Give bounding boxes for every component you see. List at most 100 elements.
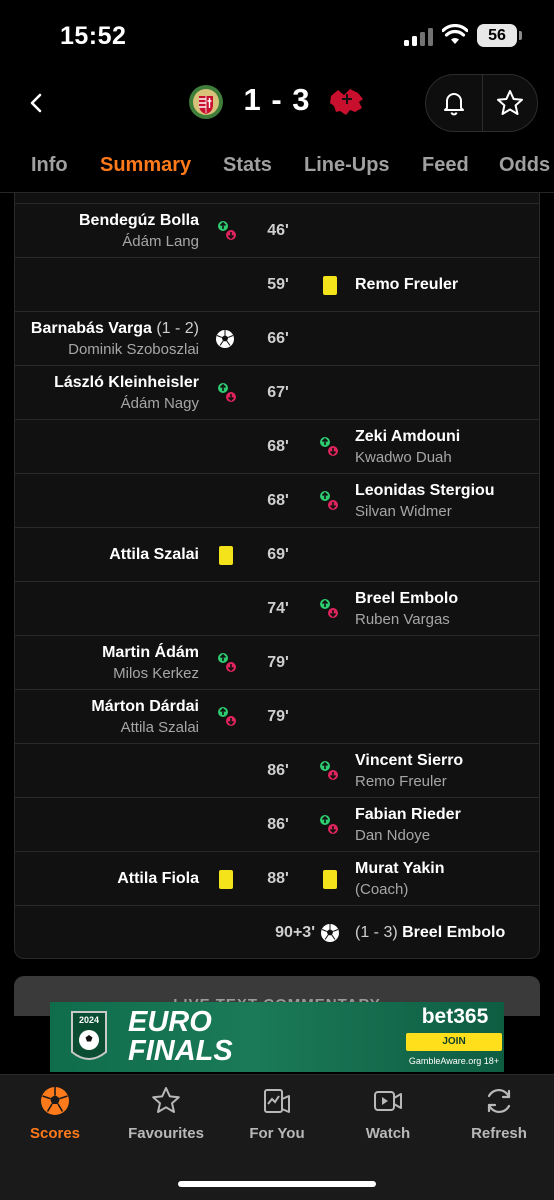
home-indicator: [178, 1181, 376, 1187]
nav-refresh[interactable]: Refresh: [444, 1085, 554, 1142]
tab-stats[interactable]: Stats: [223, 154, 272, 177]
event-home-text: Bendegúz Bolla Ádám Lang: [79, 212, 199, 250]
goal-scorer: (1 - 3) Breel Embolo: [355, 924, 506, 941]
goal-score-note: (1 - 3): [355, 924, 398, 941]
player-out: Milos Kerkez: [113, 665, 199, 682]
match-events-list: Bendegúz Bolla Ádám Lang 46' 59' Remo Fr…: [14, 193, 540, 959]
player-out: Silvan Widmer: [355, 503, 452, 520]
player-out: Dan Ndoye: [355, 827, 431, 844]
wifi-icon: [442, 24, 468, 44]
star-icon: [152, 1087, 180, 1113]
bell-icon[interactable]: [440, 89, 468, 117]
player-in: Martin Ádám: [102, 644, 199, 661]
nav-favourites[interactable]: Favourites: [111, 1085, 221, 1142]
event-minute: 86': [267, 816, 289, 833]
substitution-icon: [218, 707, 236, 726]
event-minute: 59': [267, 276, 289, 293]
event-away-text: Murat Yakin (Coach): [355, 860, 445, 898]
battery-level: 56: [477, 24, 517, 47]
assist-player: Dominik Szoboszlai: [68, 341, 199, 358]
tab-line-ups[interactable]: Line-Ups: [304, 154, 390, 177]
event-away-text: Zeki Amdouni Kwadwo Duah: [355, 428, 460, 466]
nav-label: Favourites: [128, 1125, 204, 1142]
substitution-icon: [320, 491, 338, 510]
event-home-text: Attila Szalai: [109, 546, 199, 564]
event-row[interactable]: 90+3' (1 - 3) Breel Embolo: [15, 905, 539, 958]
tab-summary[interactable]: Summary: [100, 154, 191, 177]
nav-label: Watch: [365, 1125, 411, 1142]
event-away-text: (1 - 3) Breel Embolo: [355, 924, 505, 942]
yellow-card-icon: [219, 870, 233, 889]
event-minute: 68': [267, 438, 289, 455]
event-minute: 67': [267, 384, 289, 401]
event-row[interactable]: Martin Ádám Milos Kerkez 79': [15, 635, 539, 689]
event-row[interactable]: László Kleinheisler Ádám Nagy 67': [15, 365, 539, 419]
header-actions: [425, 74, 538, 132]
euro-2024-badge-icon: 2024: [71, 1011, 107, 1060]
badge-year: 2024: [79, 1015, 99, 1025]
event-row[interactable]: 86' Fabian Rieder Dan Ndoye: [15, 797, 539, 851]
player-out: Attila Szalai: [120, 719, 199, 736]
substitution-icon: [320, 815, 338, 834]
nav-watch[interactable]: Watch: [333, 1085, 443, 1142]
player-in: Bendegúz Bolla: [78, 212, 199, 229]
tab-info[interactable]: Info: [31, 154, 68, 177]
player-out: Ádám Lang: [122, 233, 199, 250]
event-row[interactable]: 68' Leonidas Stergiou Silvan Widmer: [15, 473, 539, 527]
event-row[interactable]: Barnabás Varga (1 - 2) Dominik Szoboszla…: [15, 311, 539, 365]
goal-scorer: Barnabás Varga (1 - 2): [30, 320, 199, 337]
cellular-signal-icon: [404, 28, 434, 46]
event-row[interactable]: Márton Dárdai Attila Szalai 79': [15, 689, 539, 743]
for-you-icon: [264, 1089, 290, 1113]
event-away-text: Breel Embolo Ruben Vargas: [355, 590, 458, 628]
switzerland-crest-icon[interactable]: [328, 86, 366, 118]
event-row[interactable]: Attila Fiola 88' Murat Yakin (Coach): [15, 851, 539, 905]
hungary-crest-icon[interactable]: [188, 84, 224, 120]
actions-divider: [482, 75, 483, 131]
ad-headline-line-2: FINALS: [128, 1035, 233, 1067]
status-bar: 15:52 56: [0, 0, 554, 72]
match-tabs: Info Summary Stats Line-Ups Feed Odds: [0, 144, 554, 192]
player-out: Kwadwo Duah: [355, 449, 452, 466]
event-minute: 46': [267, 222, 289, 239]
player-name: Remo Freuler: [355, 276, 459, 293]
event-row[interactable]: 86' Vincent Sierro Remo Freuler: [15, 743, 539, 797]
coach-role: (Coach): [355, 881, 409, 898]
player-out: Ruben Vargas: [355, 611, 450, 628]
coach-name: Murat Yakin: [355, 860, 445, 877]
tab-feed[interactable]: Feed: [422, 154, 469, 177]
football-goal-icon: [321, 924, 339, 942]
substitution-icon: [320, 599, 338, 618]
match-header: 1 - 3: [0, 72, 554, 138]
nav-scores[interactable]: Scores: [0, 1085, 110, 1142]
event-home-text: László Kleinheisler Ádám Nagy: [54, 374, 199, 412]
back-button[interactable]: [22, 88, 52, 118]
event-minute: 74': [267, 600, 289, 617]
goal-score-note: (1 - 2): [156, 320, 199, 337]
substitution-icon: [218, 221, 236, 240]
substitution-icon: [320, 437, 338, 456]
substitution-icon: [218, 653, 236, 672]
player-in: Zeki Amdouni: [355, 428, 461, 445]
player-in: Vincent Sierro: [355, 752, 464, 769]
event-row[interactable]: 68' Zeki Amdouni Kwadwo Duah: [15, 419, 539, 473]
event-row[interactable]: Bendegúz Bolla Ádám Lang 46': [15, 203, 539, 257]
player-in: Leonidas Stergiou: [355, 482, 495, 499]
player-in: Márton Dárdai: [91, 698, 199, 715]
nav-label: Refresh: [471, 1125, 527, 1142]
nav-label: For You: [249, 1125, 305, 1142]
event-row[interactable]: 74' Breel Embolo Ruben Vargas: [15, 581, 539, 635]
ad-disclaimer: GambleAware.org 18+: [408, 1056, 500, 1066]
event-home-text: Márton Dárdai Attila Szalai: [91, 698, 199, 736]
ad-headline: EURO FINALS: [128, 1008, 233, 1066]
ad-banner[interactable]: 2024 EURO FINALS bet365 JOIN GambleAware…: [50, 1002, 504, 1072]
player-out: Remo Freuler: [355, 773, 447, 790]
player-name: Attila Fiola: [117, 870, 199, 887]
event-row[interactable]: 59' Remo Freuler: [15, 257, 539, 311]
ad-join-button[interactable]: JOIN: [406, 1033, 502, 1051]
nav-for-you[interactable]: For You: [222, 1085, 332, 1142]
star-icon[interactable]: [495, 88, 525, 118]
event-home-text: Martin Ádám Milos Kerkez: [102, 644, 199, 682]
tab-odds[interactable]: Odds: [499, 154, 550, 177]
event-row[interactable]: Attila Szalai 69': [15, 527, 539, 581]
